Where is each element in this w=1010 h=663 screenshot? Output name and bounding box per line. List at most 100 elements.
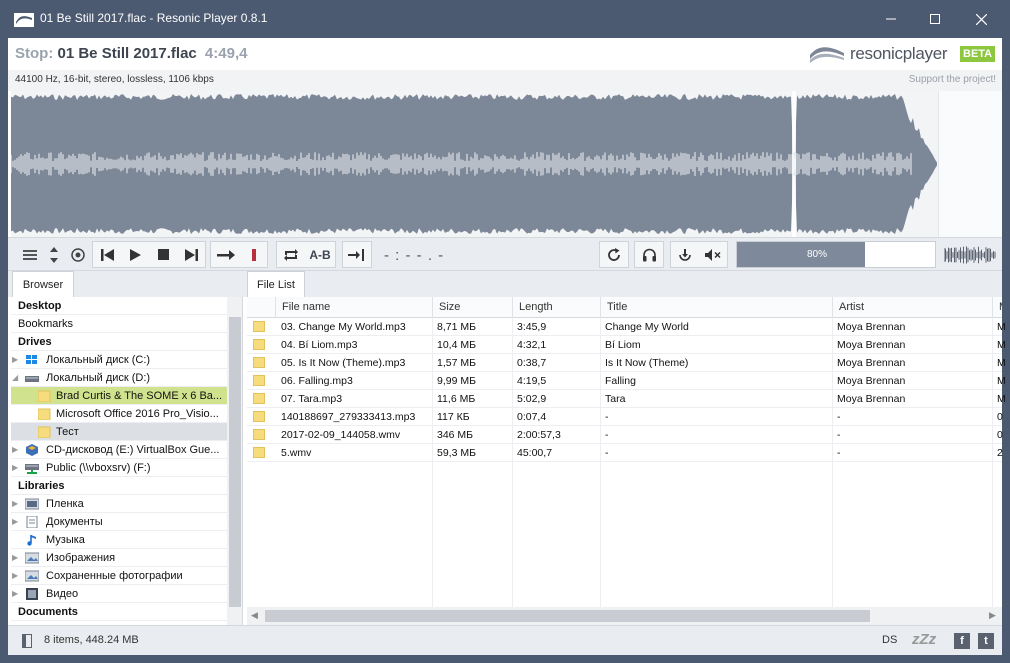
collapse-arrow-icon[interactable]: ◢: [12, 369, 20, 386]
browser-scrollbar[interactable]: [227, 297, 242, 625]
play-button[interactable]: [121, 242, 149, 267]
column-file-name[interactable]: File name: [275, 297, 430, 318]
twitter-icon[interactable]: t: [978, 633, 994, 649]
panel-tabs: Browser File List: [8, 271, 1002, 297]
folder-office-2016[interactable]: Microsoft Office 2016 Pro_Visio...: [11, 405, 242, 423]
column-length[interactable]: Length: [512, 297, 600, 318]
maximize-icon: [930, 14, 940, 24]
volume-slider[interactable]: 80%: [736, 241, 936, 268]
cell-size: 9,99 МБ: [437, 375, 476, 387]
column-more[interactable]: M: [992, 297, 1002, 318]
folder-test[interactable]: Тест: [11, 423, 242, 441]
cell-length: 3:45,9: [517, 321, 547, 333]
hscrollbar-thumb[interactable]: [265, 610, 870, 622]
scroll-right-icon[interactable]: ▶: [989, 610, 996, 621]
panel-toggle-icon[interactable]: [22, 634, 32, 648]
tab-browser[interactable]: Browser: [12, 271, 74, 297]
mute-button[interactable]: [699, 242, 727, 267]
cell-length: 0:38,7: [517, 357, 547, 369]
images-icon: [25, 552, 39, 564]
bookmarks-item[interactable]: Bookmarks: [11, 315, 242, 333]
library-music[interactable]: Музыка: [11, 531, 242, 549]
drive-c[interactable]: ▶ Локальный диск (C:): [11, 351, 242, 369]
previous-button[interactable]: [93, 242, 121, 267]
file-list-hscrollbar[interactable]: ◀ ▶: [247, 607, 1002, 625]
target-button[interactable]: [64, 242, 92, 267]
next-button[interactable]: [177, 242, 205, 267]
arrow-right-icon: [217, 249, 235, 260]
file-icon: [253, 375, 265, 386]
folder-office-label: Microsoft Office 2016 Pro_Visio...: [56, 408, 219, 420]
resonic-logo[interactable]: resonicplayer BETA: [808, 42, 1000, 66]
expand-arrow-icon[interactable]: ▶: [12, 585, 20, 602]
section-drives[interactable]: Drives: [11, 333, 242, 351]
expand-arrow-icon[interactable]: ▶: [12, 549, 20, 566]
seek-mode-button[interactable]: [343, 242, 371, 267]
cell-name: 03. Change My World.mp3: [281, 321, 406, 333]
reload-button[interactable]: [600, 242, 628, 267]
library-documents[interactable]: ▶ Документы: [11, 513, 242, 531]
expand-arrow-icon[interactable]: ▶: [12, 567, 20, 584]
drive-f[interactable]: ▶ Public (\\vboxsrv) (F:): [11, 459, 242, 477]
column-title[interactable]: Title: [600, 297, 832, 318]
continue-button[interactable]: [211, 242, 241, 267]
column-artist[interactable]: Artist: [832, 297, 992, 318]
headphones-button[interactable]: [635, 242, 663, 267]
cell-size: 8,71 МБ: [437, 321, 476, 333]
table-row[interactable]: 07. Tara.mp3 11,6 МБ 5:02,9 Tara Moya Brenna…: [247, 390, 1005, 408]
table-row[interactable]: 5.wmv 59,3 МБ 45:00,7 - - 2: [247, 444, 1003, 462]
library-saved-photos[interactable]: ▶ Сохраненные фотографии: [11, 567, 242, 585]
table-row[interactable]: 05. Is It Now (Theme).mp3 1,57 МБ 0:38,7 Is…: [247, 354, 1005, 372]
playback-toolbar: A-B - : - - . - 80%: [8, 237, 1002, 271]
table-row[interactable]: 04. Bí Liom.mp3 10,4 МБ 4:32,1 Bí Liom Moya …: [247, 336, 1005, 354]
library-video[interactable]: ▶ Видео: [11, 585, 242, 603]
stop-button[interactable]: [149, 242, 177, 267]
drive-d[interactable]: ◢ Локальный диск (D:): [11, 369, 242, 387]
info-bar: 44100 Hz, 16-bit, stereo, lossless, 1106…: [8, 70, 1002, 91]
table-row[interactable]: 140188697_279333413.mp3 117 КБ 0:07,4 - - 0: [247, 408, 1003, 426]
loop-button[interactable]: [277, 242, 305, 267]
support-project-link[interactable]: Support the project!: [909, 74, 996, 85]
minimize-button[interactable]: [868, 0, 914, 38]
maximize-button[interactable]: [912, 0, 958, 38]
browser-scrollbar-thumb[interactable]: [229, 317, 241, 607]
items-summary: 8 items, 448.24 MB: [44, 634, 139, 646]
ds-indicator[interactable]: DS: [882, 634, 897, 646]
cell-name: 05. Is It Now (Theme).mp3: [281, 357, 406, 369]
scroll-left-icon[interactable]: ◀: [251, 610, 258, 621]
ab-repeat-button[interactable]: A-B: [305, 242, 335, 267]
sleep-button[interactable]: zZz: [912, 631, 936, 648]
stop-after-button[interactable]: [241, 242, 267, 267]
cell-m: M: [997, 339, 1005, 351]
mini-waveform-icon[interactable]: [944, 246, 996, 264]
table-row[interactable]: 2017-02-09_144058.wmv 346 МБ 2:00:57,3 - - 0: [247, 426, 1003, 444]
tab-file-list[interactable]: File List: [247, 271, 305, 297]
expand-arrow-icon[interactable]: ▶: [12, 495, 20, 512]
expand-arrow-icon[interactable]: ▶: [12, 351, 20, 368]
table-row[interactable]: 06. Falling.mp3 9,99 МБ 4:19,5 Falling Moya …: [247, 372, 1005, 390]
table-row[interactable]: 03. Change My World.mp3 8,71 МБ 3:45,9 Chan…: [247, 318, 1005, 336]
library-film[interactable]: ▶ Пленка: [11, 495, 242, 513]
facebook-icon[interactable]: f: [954, 633, 970, 649]
expand-arrow-icon[interactable]: ▶: [12, 513, 20, 530]
output-button[interactable]: [671, 242, 699, 267]
up-down-button[interactable]: [44, 242, 64, 267]
column-size[interactable]: Size: [432, 297, 512, 318]
library-images[interactable]: ▶ Изображения: [11, 549, 242, 567]
section-desktop[interactable]: Desktop: [11, 297, 242, 315]
folder-brad-curtis[interactable]: Brad Curtis & The SOME x 6 Ba...: [11, 387, 242, 405]
close-button[interactable]: [958, 0, 1004, 38]
cell-length: 4:19,5: [517, 375, 547, 387]
drive-e[interactable]: ▶ CD-дисковод (E:) VirtualBox Gue...: [11, 441, 242, 459]
section-documents[interactable]: Documents: [11, 603, 242, 621]
expand-arrow-icon[interactable]: ▶: [12, 441, 20, 458]
expand-arrow-icon[interactable]: ▶: [12, 459, 20, 476]
cell-title: Change My World: [605, 321, 689, 333]
cell-length: 4:32,1: [517, 339, 547, 351]
title-bar[interactable]: 01 Be Still 2017.flac - Resonic Player 0…: [0, 0, 1010, 38]
headphone-control: [634, 241, 664, 268]
section-libraries[interactable]: Libraries: [11, 477, 242, 495]
menu-button[interactable]: [16, 242, 44, 267]
waveform-end-area[interactable]: [938, 91, 1002, 237]
waveform-display[interactable]: [11, 91, 938, 237]
